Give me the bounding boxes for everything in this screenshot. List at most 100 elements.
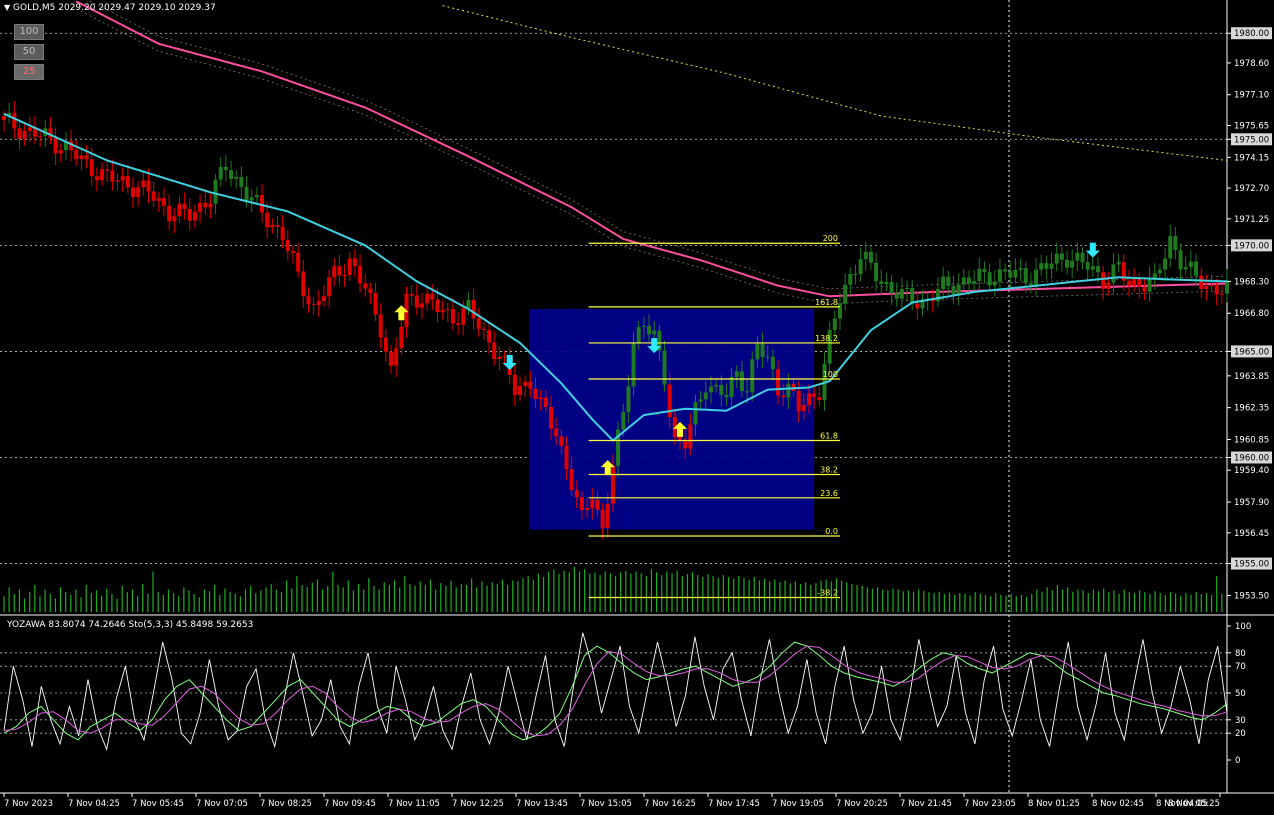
symbol-ohlc-label: GOLD,M5 2029.20 2029.47 2029.10 2029.37 xyxy=(13,3,216,13)
candle-body xyxy=(858,259,863,275)
candle-body xyxy=(383,337,388,352)
candle-body xyxy=(399,326,404,349)
candle-body xyxy=(512,374,517,396)
candle-body xyxy=(734,371,739,377)
candle-body xyxy=(89,159,94,177)
candle-body xyxy=(590,499,595,508)
candle-body xyxy=(915,303,920,309)
candle-body xyxy=(528,381,533,389)
price-tick-label: 1960.85 xyxy=(1234,435,1269,445)
zoom-50-button[interactable]: 50 xyxy=(14,44,44,60)
candle-body xyxy=(812,393,817,398)
price-tick-label: 1978.60 xyxy=(1234,59,1269,69)
candle-body xyxy=(884,281,889,285)
candle-body xyxy=(461,308,466,325)
candle-body xyxy=(941,276,946,290)
candle-body xyxy=(146,180,151,192)
candle-body xyxy=(693,401,698,425)
candle-body xyxy=(595,499,600,510)
time-tick-label: 8 Nov 05:25 xyxy=(1168,799,1220,809)
candle-body xyxy=(533,388,538,400)
candle-body xyxy=(1065,259,1070,268)
candle-body xyxy=(141,180,146,188)
zoom-25-button[interactable]: 25 xyxy=(14,64,44,80)
candle-body xyxy=(466,299,471,309)
candle-body xyxy=(910,287,915,304)
indicator-tick-label: 20 xyxy=(1235,729,1246,739)
candle-body xyxy=(750,359,755,393)
price-tick-label: 1959.40 xyxy=(1234,466,1269,476)
candle-body xyxy=(161,198,166,206)
time-tick-label: 7 Nov 11:05 xyxy=(388,799,440,809)
candle-body xyxy=(946,276,951,286)
time-tick-label: 7 Nov 2023 xyxy=(4,799,53,809)
candle-body xyxy=(951,285,956,295)
candle-body xyxy=(585,507,590,511)
time-tick-label: 7 Nov 09:45 xyxy=(324,799,376,809)
candle-body xyxy=(564,445,569,469)
indicator-tick-label: 50 xyxy=(1235,689,1246,699)
candle-body xyxy=(631,342,636,387)
chart-canvas[interactable]: 200161.8138.210061.838.223.60.0-38.2 198… xyxy=(0,0,1274,815)
candle-body xyxy=(987,272,992,286)
time-tick-label: 7 Nov 04:25 xyxy=(68,799,120,809)
candle-body xyxy=(378,314,383,338)
candle-body xyxy=(641,325,646,328)
candle-body xyxy=(125,176,130,188)
candle-body xyxy=(518,386,523,396)
candle-body xyxy=(1126,280,1131,286)
time-tick-label: 7 Nov 17:45 xyxy=(708,799,760,809)
candle-body xyxy=(239,176,244,188)
candle-body xyxy=(848,273,853,285)
candle-body xyxy=(894,293,899,299)
candle-body xyxy=(559,436,564,446)
fibonacci-box[interactable] xyxy=(529,309,815,530)
symbol-header[interactable]: ▼ GOLD,M5 2029.20 2029.47 2029.10 2029.3… xyxy=(4,3,216,13)
candle-body xyxy=(1188,261,1193,268)
candle-body xyxy=(1214,285,1219,295)
candle-body xyxy=(579,497,584,511)
candle-body xyxy=(290,250,295,253)
candle-body xyxy=(22,130,27,139)
candle-body xyxy=(115,180,120,182)
candle-body xyxy=(435,299,440,313)
candle-body xyxy=(1101,272,1106,289)
candle-body xyxy=(311,304,316,306)
candle-body xyxy=(409,294,414,296)
price-tick-label: 1956.45 xyxy=(1234,529,1269,539)
candle-body xyxy=(218,166,223,180)
candle-body xyxy=(440,310,445,313)
candle-body xyxy=(208,203,213,208)
candle-body xyxy=(905,287,910,290)
candle-body xyxy=(1111,264,1116,283)
candle-body xyxy=(543,397,548,407)
time-tick-label: 7 Nov 15:05 xyxy=(580,799,632,809)
candle-body xyxy=(1013,269,1018,278)
candle-body xyxy=(956,284,961,295)
price-tick-label: 1977.10 xyxy=(1234,91,1269,101)
candle-body xyxy=(492,342,497,360)
candle-body xyxy=(961,277,966,285)
candle-body xyxy=(1163,258,1168,270)
candle-body xyxy=(796,390,801,412)
fib-level-label: 161.8 xyxy=(815,298,838,307)
candle-body xyxy=(837,303,842,319)
candle-body xyxy=(1028,283,1033,285)
price-tick-label: 1962.35 xyxy=(1234,404,1269,414)
candle-body xyxy=(889,281,894,294)
candle-body xyxy=(414,295,419,308)
candle-body xyxy=(275,225,280,227)
candle-body xyxy=(621,411,626,430)
candle-body xyxy=(863,251,868,260)
candle-body xyxy=(936,289,941,302)
candle-body xyxy=(966,277,971,284)
time-tick-label: 7 Nov 12:25 xyxy=(452,799,504,809)
zoom-100-button[interactable]: 100 xyxy=(14,24,44,40)
candle-body xyxy=(832,318,837,330)
candle-body xyxy=(548,406,553,429)
price-tick-label: 1968.30 xyxy=(1234,277,1269,287)
candle-body xyxy=(198,202,203,212)
fibonacci-rectangle xyxy=(529,309,815,530)
dropdown-triangle-icon[interactable]: ▼ xyxy=(4,3,10,12)
candle-body xyxy=(1023,268,1028,284)
